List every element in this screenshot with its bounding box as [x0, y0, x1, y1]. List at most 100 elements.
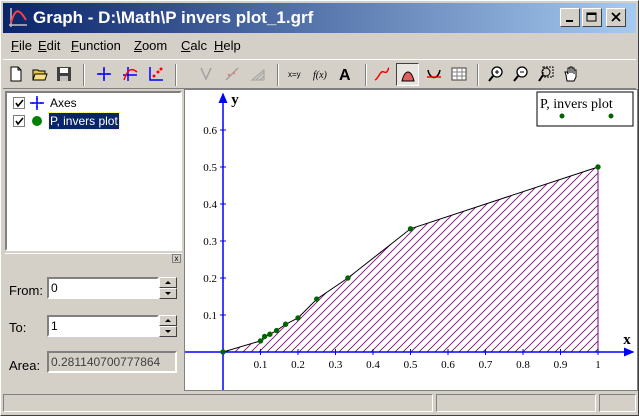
evaluate-button[interactable]: [371, 63, 394, 86]
data-point[interactable]: [282, 321, 289, 327]
new-button[interactable]: [5, 63, 28, 86]
menu-function[interactable]: Function: [71, 38, 121, 54]
status-panel-coords: [436, 394, 596, 412]
from-spinner[interactable]: [159, 277, 177, 299]
legend[interactable]: P, invers plot: [536, 91, 634, 127]
arrow-down-icon: [165, 330, 171, 333]
status-panel-main: [3, 394, 433, 412]
insert-label-button[interactable]: x=y: [285, 63, 308, 86]
chart[interactable]: 0.1 0.2 0.3 0.4 0.5 0.6 0.7 0.8 0.9 1 0.1 0.2 0.3 0.4…: [185, 90, 637, 390]
close-panel-icon[interactable]: x: [172, 254, 181, 263]
y-tick-label: 0.6: [203, 125, 217, 137]
zoom-out-button[interactable]: [510, 63, 533, 86]
data-point[interactable]: [314, 296, 320, 302]
function-list[interactable]: Axes P, invers plot: [5, 91, 182, 251]
trendline-icon: [225, 67, 239, 81]
legend-marker: [608, 113, 614, 119]
data-point[interactable]: [257, 338, 264, 344]
arrow-up-icon: [165, 319, 171, 322]
relation-icon: [200, 67, 212, 81]
point-series-checkbox[interactable]: [13, 115, 25, 127]
svg-text:f(x): f(x): [313, 70, 328, 81]
minimize-icon: [566, 20, 573, 22]
evaluate-icon: [374, 67, 390, 81]
to-spinner[interactable]: [159, 315, 177, 337]
insert-function-button[interactable]: [119, 63, 142, 86]
x-tick-label: 0.1: [254, 359, 268, 371]
arrow-down-icon: [165, 292, 171, 295]
toolbar-separator: [175, 64, 177, 86]
data-point[interactable]: [345, 275, 351, 281]
table-icon: [451, 67, 467, 81]
data-point[interactable]: [273, 327, 280, 334]
data-point[interactable]: [220, 349, 226, 355]
relation-button[interactable]: [195, 63, 218, 86]
title-bar[interactable]: Graph - D:\Math\P invers plot_1.grf: [3, 3, 636, 33]
x-axis-label: x: [623, 332, 631, 348]
tangent-icon: [427, 69, 441, 79]
panel-splitter[interactable]: x: [5, 253, 182, 263]
to-field[interactable]: 1: [47, 315, 159, 337]
menu-calc[interactable]: Calc: [181, 38, 207, 54]
zoom-in-button[interactable]: [485, 63, 508, 86]
axes-button[interactable]: [93, 63, 116, 86]
y-tick-label: 0.2: [203, 273, 217, 285]
from-spin-down[interactable]: [159, 288, 177, 299]
data-point[interactable]: [261, 333, 268, 340]
move-hand-icon: [564, 66, 577, 82]
close-button[interactable]: [606, 8, 626, 27]
from-spin-up[interactable]: [159, 277, 177, 288]
window-title: Graph - D:\Math\P invers plot_1.grf: [33, 8, 314, 27]
insert-shade-button[interactable]: [247, 63, 270, 86]
move-button[interactable]: [560, 63, 583, 86]
area-icon: [401, 71, 415, 82]
shaded-area: [223, 167, 598, 352]
zoom-square-button[interactable]: [535, 63, 558, 86]
text-icon: A: [339, 67, 351, 82]
zoom-in-icon: [488, 66, 503, 82]
to-spin-down[interactable]: [159, 326, 177, 337]
status-bar: [3, 393, 636, 413]
y-tick-label: 0.4: [203, 199, 217, 211]
text-button[interactable]: A: [335, 63, 358, 86]
arrow-up-icon: [165, 281, 171, 284]
to-spin-up[interactable]: [159, 315, 177, 326]
zoom-out-icon: [513, 66, 528, 82]
data-point[interactable]: [295, 315, 301, 321]
y-tick-label: 0.5: [203, 162, 217, 174]
tangent-button[interactable]: [423, 63, 446, 86]
insert-shade-icon: [250, 68, 265, 81]
app-window: Graph - D:\Math\P invers plot_1.grf File…: [0, 0, 639, 416]
menu-zoom[interactable]: Zoom: [134, 38, 167, 54]
toolbar-separator: [477, 64, 479, 86]
x-tick-label: 0.7: [479, 359, 493, 371]
x-tick-label: 1: [595, 359, 601, 371]
function-button[interactable]: f(x): [310, 63, 333, 86]
menu-edit[interactable]: Edit: [38, 38, 60, 54]
area-label: Area:: [9, 358, 41, 373]
trendline-button[interactable]: [221, 63, 244, 86]
checkmark-icon: [15, 99, 24, 108]
open-button[interactable]: [29, 63, 52, 86]
toolbar-separator: [83, 64, 85, 86]
maximize-button[interactable]: [582, 8, 602, 27]
save-button[interactable]: [53, 63, 76, 86]
toolbar: x=y f(x) A: [3, 59, 636, 89]
insert-point-series-button[interactable]: [145, 63, 168, 86]
svg-text:A: A: [339, 67, 351, 82]
data-point[interactable]: [267, 331, 273, 337]
menu-file[interactable]: File: [11, 38, 32, 54]
plot-area[interactable]: 0.1 0.2 0.3 0.4 0.5 0.6 0.7 0.8 0.9 1 0.1 0.2 0.3 0.4…: [184, 89, 638, 391]
from-field[interactable]: 0: [47, 277, 159, 299]
axes-checkbox[interactable]: [13, 97, 25, 109]
area-button[interactable]: [396, 63, 419, 86]
axes-icon: [97, 67, 111, 81]
svg-text:x=y: x=y: [288, 70, 301, 79]
data-point[interactable]: [595, 164, 601, 170]
minimize-button[interactable]: [560, 8, 580, 27]
table-button[interactable]: [448, 63, 471, 86]
data-point[interactable]: [407, 226, 414, 232]
menu-help[interactable]: Help: [214, 38, 241, 54]
status-panel-extra: [599, 394, 636, 412]
menu-bar: File Edit Function Zoom Calc Help: [3, 35, 636, 57]
